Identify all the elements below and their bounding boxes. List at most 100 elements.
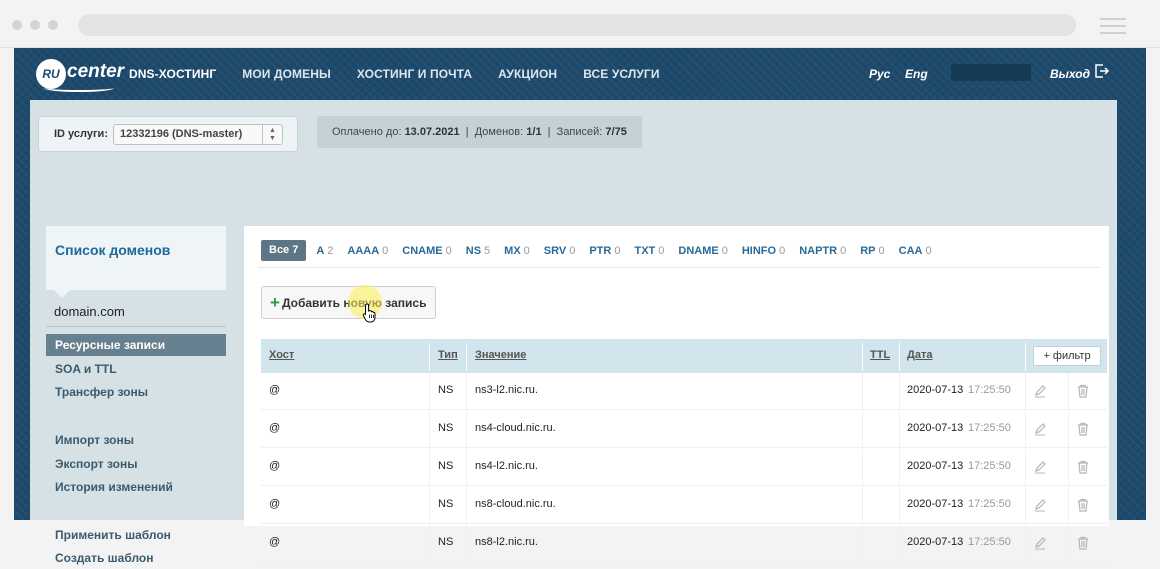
header-notch	[54, 290, 70, 298]
user-account-box[interactable]	[951, 64, 1031, 81]
delete-trash-icon[interactable]	[1076, 459, 1090, 475]
sidebar-divider	[46, 326, 226, 327]
column-divider	[899, 525, 900, 562]
lang-en[interactable]: Eng	[905, 67, 928, 81]
filter-tab-aaaa[interactable]: AAAA 0	[347, 245, 388, 257]
sidebar-item-soa-ttl[interactable]: SOA и TTL	[46, 358, 226, 380]
edit-pencil-icon[interactable]	[1033, 383, 1047, 399]
sidebar-item-zone-transfer[interactable]: Трансфер зоны	[46, 381, 226, 403]
col-header-value[interactable]: Значение	[475, 339, 526, 373]
filter-tab-label: Все	[269, 244, 290, 256]
nav-hosting-mail[interactable]: ХОСТИНГ И ПОЧТА	[357, 67, 472, 81]
logout-icon[interactable]	[1094, 63, 1110, 79]
filter-tab-rp[interactable]: RP 0	[860, 245, 884, 257]
col-header-type[interactable]: Тип	[438, 339, 458, 373]
address-bar[interactable]	[78, 14, 1076, 36]
cell-date: 2020-07-13	[907, 536, 964, 548]
logo-center-text: center	[67, 61, 125, 82]
table-row[interactable]: @ NS ns3-l2.nic.ru. 2020-07-13 17:25:50	[261, 373, 1107, 410]
site-frame: RU center DNS-ХОСТИНГ МОИ ДОМЕНЫ ХОСТИНГ…	[14, 48, 1146, 565]
cell-time: 17:25:50	[968, 460, 1011, 472]
col-header-host[interactable]: Хост	[269, 339, 294, 373]
sidebar-item-zone-export[interactable]: Экспорт зоны	[46, 453, 226, 475]
service-id-box: ID услуги: 12332196 (DNS-master) ▲ ▼	[38, 116, 298, 152]
window-dot-close[interactable]	[12, 20, 22, 30]
filters-divider	[258, 267, 1100, 268]
logout-link[interactable]: Выход	[1050, 67, 1090, 81]
column-divider	[466, 373, 467, 410]
filter-tab-label: CNAME	[402, 244, 443, 257]
sidebar-item-create-template[interactable]: Создать шаблон	[46, 547, 226, 569]
filter-tab-hinfo[interactable]: HINFO 0	[742, 245, 785, 257]
column-divider	[899, 487, 900, 524]
delete-trash-icon[interactable]	[1076, 421, 1090, 437]
filter-tab-ns[interactable]: NS 5	[466, 245, 490, 257]
cell-host: @	[269, 536, 281, 548]
filter-tab-count: 0	[523, 244, 530, 257]
col-header-date[interactable]: Дата	[907, 339, 932, 373]
sidebar-item-resource-records[interactable]: Ресурсные записи	[46, 334, 226, 356]
delete-trash-icon[interactable]	[1076, 497, 1090, 513]
delete-trash-icon[interactable]	[1076, 535, 1090, 551]
cell-date: 2020-07-13	[907, 384, 964, 396]
filter-tab-mx[interactable]: MX 0	[504, 245, 530, 257]
window-dot-minimize[interactable]	[30, 20, 40, 30]
browser-menu-icon[interactable]	[1100, 18, 1126, 39]
edit-pencil-icon[interactable]	[1033, 421, 1047, 437]
sidebar-item-change-history[interactable]: История изменений	[46, 476, 226, 498]
sidebar-item-apply-template[interactable]: Применить шаблон	[46, 524, 226, 546]
info-divider: |	[544, 126, 554, 138]
filter-button[interactable]: + фильтр	[1033, 346, 1101, 366]
column-divider	[862, 525, 863, 562]
cell-value: ns4-l2.nic.ru.	[475, 460, 538, 472]
delete-trash-icon[interactable]	[1076, 383, 1090, 399]
cell-type: NS	[438, 498, 454, 510]
cell-date: 2020-07-13	[907, 422, 964, 434]
nav-auction[interactable]: АУКЦИОН	[498, 67, 557, 81]
nav-dns-hosting[interactable]: DNS-ХОСТИНГ	[129, 67, 216, 81]
window-dot-maximize[interactable]	[48, 20, 58, 30]
filter-tab-cname[interactable]: CNAME 0	[402, 245, 451, 257]
table-row[interactable]: @ NS ns8-l2.nic.ru. 2020-07-13 17:25:50	[261, 525, 1107, 562]
cell-date: 2020-07-13	[907, 460, 964, 472]
filter-tab-a[interactable]: A2	[316, 245, 333, 257]
cell-type: NS	[438, 384, 454, 396]
table-row[interactable]: @ NS ns4-l2.nic.ru. 2020-07-13 17:25:50	[261, 449, 1107, 486]
table-header: Хост Тип Значение TTL Дата + фильтр	[261, 339, 1107, 373]
filter-tab-dname[interactable]: DNAME 0	[678, 245, 727, 257]
table-row[interactable]: @ NS ns8-cloud.nic.ru. 2020-07-13 17:25:50	[261, 487, 1107, 524]
filter-tab-count: 7	[292, 244, 299, 256]
col-header-ttl[interactable]: TTL	[870, 339, 890, 373]
service-id-select[interactable]: 12332196 (DNS-master) ▲ ▼	[113, 124, 283, 145]
filter-tab-label: A	[316, 244, 325, 257]
filter-tab-ptr[interactable]: PTR 0	[589, 245, 620, 257]
cell-value: ns8-cloud.nic.ru.	[475, 498, 556, 510]
edit-pencil-icon[interactable]	[1033, 497, 1047, 513]
cell-value: ns8-l2.nic.ru.	[475, 536, 538, 548]
filter-tab-srv[interactable]: SRV 0	[544, 245, 576, 257]
cell-value: ns3-l2.nic.ru.	[475, 384, 538, 396]
table-row[interactable]: @ NS ns4-cloud.nic.ru. 2020-07-13 17:25:50	[261, 411, 1107, 448]
filter-tab-caa[interactable]: CAA 0	[899, 245, 932, 257]
filter-tab-label: HINFO	[741, 244, 777, 257]
cell-date: 2020-07-13	[907, 498, 964, 510]
browser-toolbar	[0, 0, 1160, 48]
domain-list-title[interactable]: Список доменов	[55, 242, 170, 258]
selected-domain[interactable]: domain.com	[54, 304, 125, 319]
edit-pencil-icon[interactable]	[1033, 535, 1047, 551]
sidebar: Список доменов domain.com Ресурсные запи…	[46, 226, 226, 565]
filter-tab-label: CAA	[898, 244, 923, 257]
filter-tab-count: 0	[925, 244, 932, 257]
filter-tab-naptr[interactable]: NAPTR 0	[799, 245, 846, 257]
ru-center-logo[interactable]: RU center	[36, 57, 124, 93]
filter-tab-txt[interactable]: TXT 0	[634, 245, 664, 257]
column-divider	[429, 373, 430, 410]
filter-tab-все[interactable]: Все 7	[261, 240, 307, 261]
sidebar-item-zone-import[interactable]: Импорт зоны	[46, 429, 226, 451]
lang-ru[interactable]: Рус	[869, 67, 890, 81]
edit-pencil-icon[interactable]	[1033, 459, 1047, 475]
nav-all-services[interactable]: ВСЕ УСЛУГИ	[583, 67, 659, 81]
col-separator	[899, 343, 900, 371]
nav-my-domains[interactable]: МОИ ДОМЕНЫ	[242, 67, 331, 81]
column-divider	[429, 449, 430, 486]
